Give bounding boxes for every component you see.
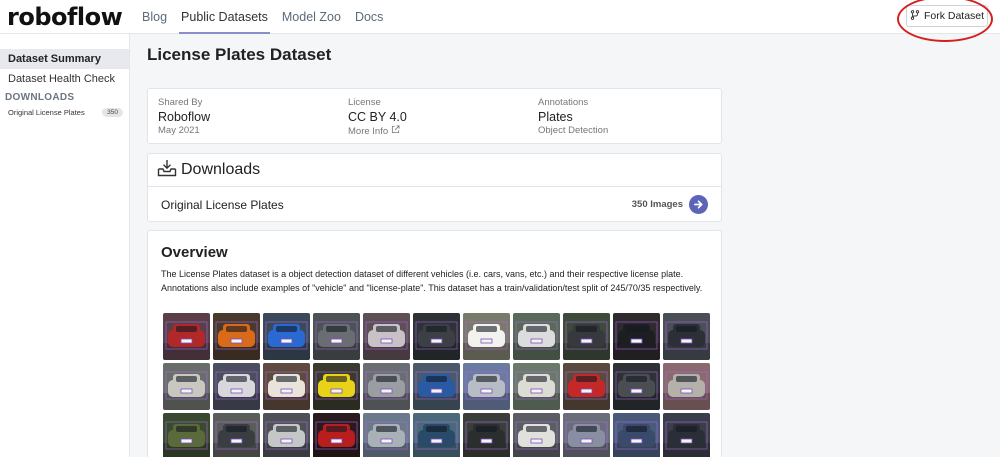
page-title: License Plates Dataset bbox=[147, 45, 332, 64]
downloads-title: Downloads bbox=[181, 161, 261, 178]
sample-image-thumbnail[interactable] bbox=[663, 313, 710, 360]
sample-image-thumbnail[interactable] bbox=[263, 363, 310, 410]
sample-image-thumbnail[interactable] bbox=[513, 313, 560, 360]
annotations-label: Annotations bbox=[538, 97, 589, 108]
download-tray-icon bbox=[157, 159, 177, 182]
sidebar-download-label: Original License Plates bbox=[8, 107, 85, 117]
shared-by-section: Shared By Roboflow May 2021 bbox=[158, 97, 210, 136]
sample-image-thumbnail[interactable] bbox=[613, 363, 660, 410]
download-image-count: 350 Images bbox=[631, 199, 683, 210]
nav-link-blog[interactable]: Blog bbox=[140, 0, 169, 34]
overview-card: Overview The License Plates dataset is a… bbox=[147, 230, 722, 457]
top-navbar: roboflow Blog Public Datasets Model Zoo … bbox=[0, 0, 1000, 42]
image-count-badge: 350 bbox=[102, 107, 123, 117]
sample-image-thumbnail[interactable] bbox=[163, 363, 210, 410]
fork-dataset-label: Fork Dataset bbox=[923, 10, 985, 22]
sample-image-thumbnail[interactable] bbox=[463, 413, 510, 457]
roboflow-logo[interactable]: roboflow bbox=[7, 3, 123, 31]
download-name: Original License Plates bbox=[161, 197, 284, 212]
sample-image-thumbnail[interactable] bbox=[663, 413, 710, 457]
main-nav: Blog Public Datasets Model Zoo Docs bbox=[140, 0, 395, 34]
download-row-original-license-plates[interactable]: Original License Plates 350 Images bbox=[148, 187, 721, 222]
license-label: License bbox=[348, 97, 381, 108]
git-fork-icon bbox=[910, 9, 920, 23]
sample-image-thumbnail[interactable] bbox=[313, 413, 360, 457]
download-meta: 350 Images bbox=[632, 195, 708, 214]
sample-image-thumbnail[interactable] bbox=[663, 363, 710, 410]
sample-image-thumbnail[interactable] bbox=[513, 363, 560, 410]
sample-image-thumbnail[interactable] bbox=[163, 413, 210, 457]
sample-image-thumbnail[interactable] bbox=[363, 363, 410, 410]
downloads-card: Downloads Original License Plates 350 Im… bbox=[147, 153, 722, 222]
sidebar-download-original-license-plates[interactable]: Original License Plates 350 bbox=[0, 103, 129, 121]
downloads-header: Downloads bbox=[148, 154, 721, 187]
sidebar-item-dataset-summary[interactable]: Dataset Summary bbox=[0, 49, 129, 69]
sample-image-grid bbox=[163, 313, 711, 457]
sample-image-thumbnail[interactable] bbox=[463, 313, 510, 360]
sample-image-thumbnail[interactable] bbox=[513, 413, 560, 457]
sample-image-thumbnail[interactable] bbox=[363, 413, 410, 457]
sample-image-thumbnail[interactable] bbox=[313, 313, 360, 360]
sidebar-item-dataset-health-check[interactable]: Dataset Health Check bbox=[0, 69, 129, 89]
external-link-icon bbox=[391, 125, 400, 137]
overview-title: Overview bbox=[161, 244, 228, 261]
fork-dataset-button[interactable]: Fork Dataset bbox=[906, 5, 988, 27]
sample-image-thumbnail[interactable] bbox=[213, 363, 260, 410]
sample-image-thumbnail[interactable] bbox=[563, 413, 610, 457]
sample-image-thumbnail[interactable] bbox=[613, 413, 660, 457]
sample-image-thumbnail[interactable] bbox=[413, 363, 460, 410]
sample-image-thumbnail[interactable] bbox=[263, 313, 310, 360]
annotation-type: Object Detection bbox=[538, 125, 609, 136]
sample-image-thumbnail[interactable] bbox=[263, 413, 310, 457]
sidebar-downloads-heading: DOWNLOADS bbox=[5, 92, 75, 103]
shared-date: May 2021 bbox=[158, 125, 200, 136]
sample-image-thumbnail[interactable] bbox=[163, 313, 210, 360]
dataset-info-card: Shared By Roboflow May 2021 License CC B… bbox=[147, 88, 722, 144]
sample-image-thumbnail[interactable] bbox=[563, 313, 610, 360]
overview-description: The License Plates dataset is a object d… bbox=[161, 269, 703, 293]
license-section: License CC BY 4.0 More Info bbox=[348, 97, 407, 137]
shared-by-label: Shared By bbox=[158, 97, 203, 108]
sample-image-thumbnail[interactable] bbox=[563, 363, 610, 410]
sample-image-thumbnail[interactable] bbox=[213, 413, 260, 457]
annotations-value: Plates bbox=[538, 110, 573, 124]
annotations-section: Annotations Plates Object Detection bbox=[538, 97, 608, 136]
sample-image-thumbnail[interactable] bbox=[613, 313, 660, 360]
sample-image-thumbnail[interactable] bbox=[313, 363, 360, 410]
more-info-link[interactable]: More Info bbox=[348, 125, 407, 137]
nav-link-public-datasets[interactable]: Public Datasets bbox=[179, 0, 270, 34]
arrow-right-icon[interactable] bbox=[689, 195, 708, 214]
sample-image-thumbnail[interactable] bbox=[213, 313, 260, 360]
sidebar: Dataset Summary Dataset Health Check DOW… bbox=[0, 34, 130, 457]
sample-image-thumbnail[interactable] bbox=[363, 313, 410, 360]
license-value: CC BY 4.0 bbox=[348, 110, 407, 124]
nav-link-docs[interactable]: Docs bbox=[353, 0, 385, 34]
more-info-label: More Info bbox=[348, 125, 389, 137]
shared-by-value: Roboflow bbox=[158, 110, 211, 124]
sample-image-thumbnail[interactable] bbox=[463, 363, 510, 410]
sample-image-thumbnail[interactable] bbox=[413, 313, 460, 360]
nav-link-model-zoo[interactable]: Model Zoo bbox=[280, 0, 343, 34]
sample-image-thumbnail[interactable] bbox=[413, 413, 460, 457]
